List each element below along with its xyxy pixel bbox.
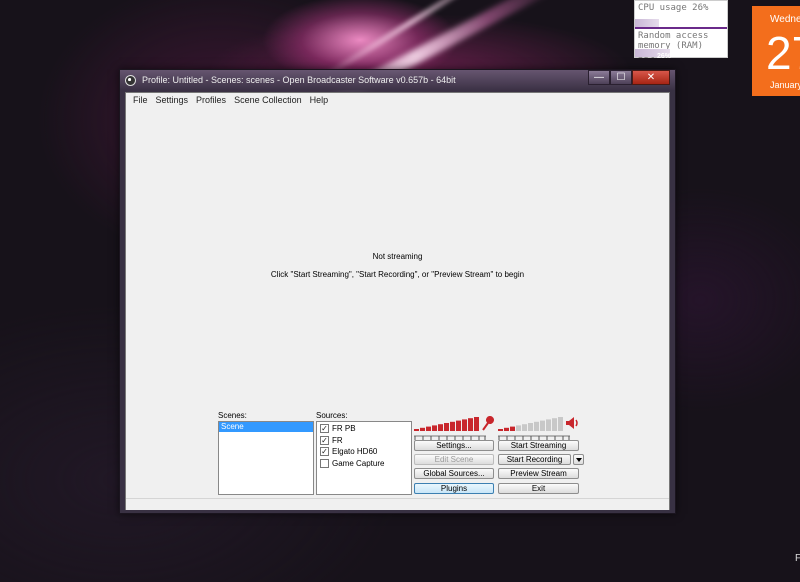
source-checkbox-fr-pb[interactable]: ✓ <box>320 424 329 434</box>
menu-profiles[interactable]: Profiles <box>192 95 230 105</box>
speaker-icon[interactable] <box>566 417 578 429</box>
close-button[interactable]: ✕ <box>632 70 670 85</box>
start-recording-button[interactable]: Start Recording <box>498 454 571 465</box>
ram-usage-row: Random access memory (RAM) 38% <box>635 29 727 61</box>
window-client-area: File Settings Profiles Scene Collection … <box>125 92 670 510</box>
mic-meter-bar <box>462 419 467 431</box>
calendar-month: January <box>770 80 800 90</box>
desktop-corner-text: F <box>795 553 800 564</box>
window-title: Profile: Untitled - Scenes: scenes - Ope… <box>142 75 456 85</box>
desktop-volume-meter[interactable] <box>498 415 582 431</box>
mic-volume-meter[interactable] <box>414 415 498 431</box>
source-item-fr-pb[interactable]: ✓ FR PB <box>317 423 411 435</box>
desktop-meter-svg <box>498 417 578 431</box>
mic-meter-bar <box>426 426 431 431</box>
microphone-icon[interactable] <box>482 415 496 431</box>
desktop-meter-bar <box>534 421 539 431</box>
mic-meter-bar <box>468 418 473 431</box>
plugins-button[interactable]: Plugins <box>414 483 494 494</box>
recording-options-dropdown[interactable] <box>573 454 584 465</box>
exit-button[interactable]: Exit <box>498 483 579 494</box>
maximize-button[interactable]: ☐ <box>610 70 632 85</box>
obs-app-icon <box>125 74 136 86</box>
obs-window: Profile: Untitled - Scenes: scenes - Ope… <box>119 69 676 514</box>
system-monitor-widget: CPU usage 26% Random access memory (RAM)… <box>634 0 728 61</box>
mic-meter-bar <box>456 420 461 431</box>
cpu-usage-bar <box>635 19 659 27</box>
mic-meter-bar <box>414 429 419 431</box>
minimize-button[interactable]: — <box>588 70 610 85</box>
desktop-volume-slider[interactable] <box>498 433 570 440</box>
window-controls: — ☐ ✕ <box>588 70 670 85</box>
title-bar[interactable]: Profile: Untitled - Scenes: scenes - Ope… <box>120 70 675 90</box>
global-sources-button[interactable]: Global Sources... <box>414 468 494 479</box>
source-label-fr: FR <box>332 435 343 445</box>
mic-meter-bar <box>450 421 455 431</box>
source-item-elgato[interactable]: ✓ Elgato HD60 <box>317 446 411 458</box>
desktop-meter-bar <box>546 419 551 431</box>
edit-scene-button[interactable]: Edit Scene <box>414 454 494 465</box>
source-label-fr-pb: FR PB <box>332 424 356 434</box>
sources-label: Sources: <box>316 411 348 420</box>
menu-scene-collection[interactable]: Scene Collection <box>230 95 306 105</box>
source-checkbox-game-capture[interactable] <box>320 458 329 468</box>
mic-meter-bar <box>420 427 425 431</box>
cpu-usage-row: CPU usage 26% <box>635 1 727 29</box>
source-checkbox-elgato[interactable]: ✓ <box>320 447 329 457</box>
menu-file[interactable]: File <box>129 95 152 105</box>
preview-stream-button[interactable]: Preview Stream <box>498 468 579 479</box>
scene-item-scene[interactable]: Scene <box>219 422 313 432</box>
cpu-usage-label: CPU usage 26% <box>638 3 709 13</box>
desktop-meter-bar <box>516 425 521 431</box>
source-checkbox-fr[interactable]: ✓ <box>320 435 329 445</box>
sources-list[interactable]: ✓ FR PB ✓ FR ✓ Elgato HD60 Game Capture <box>316 421 412 495</box>
desktop-meter-bar <box>510 426 515 431</box>
source-item-game-capture[interactable]: Game Capture <box>317 458 411 470</box>
stream-status-text: Not streaming <box>372 252 423 261</box>
mic-meter-svg <box>414 415 496 431</box>
menu-settings[interactable]: Settings <box>152 95 193 105</box>
desktop-meter-bar <box>528 423 533 431</box>
status-bar <box>126 498 669 510</box>
desktop-meter-bar <box>504 427 509 431</box>
source-item-fr[interactable]: ✓ FR <box>317 435 411 447</box>
mic-meter-bar <box>474 417 479 431</box>
desktop-meter-bar <box>540 420 545 431</box>
desktop-meter-bar <box>522 424 527 431</box>
start-streaming-button[interactable]: Start Streaming <box>498 440 579 451</box>
mic-meter-bar <box>438 424 443 431</box>
menu-help[interactable]: Help <box>306 95 333 105</box>
desktop-meter-bar <box>558 417 563 431</box>
stream-hint-text: Click "Start Streaming", "Start Recordin… <box>270 270 525 279</box>
scenes-label: Scenes: <box>218 411 247 420</box>
settings-button[interactable]: Settings... <box>414 440 494 451</box>
mic-meter-bar <box>444 423 449 431</box>
calendar-day: Wednesday <box>770 14 800 25</box>
calendar-date: 27 <box>766 27 800 79</box>
source-label-game-capture: Game Capture <box>332 458 385 468</box>
calendar-tile[interactable]: Wednesday 27 January <box>752 6 800 96</box>
desktop-meter-bar <box>498 429 503 431</box>
ram-percent-badge: 26% <box>657 53 672 60</box>
mic-meter-bar <box>432 425 437 431</box>
mic-volume-slider[interactable] <box>414 433 486 440</box>
menu-bar: File Settings Profiles Scene Collection … <box>126 93 669 107</box>
scenes-list[interactable]: Scene <box>218 421 314 495</box>
desktop-meter-bar <box>552 418 557 431</box>
source-label-elgato: Elgato HD60 <box>332 447 378 457</box>
